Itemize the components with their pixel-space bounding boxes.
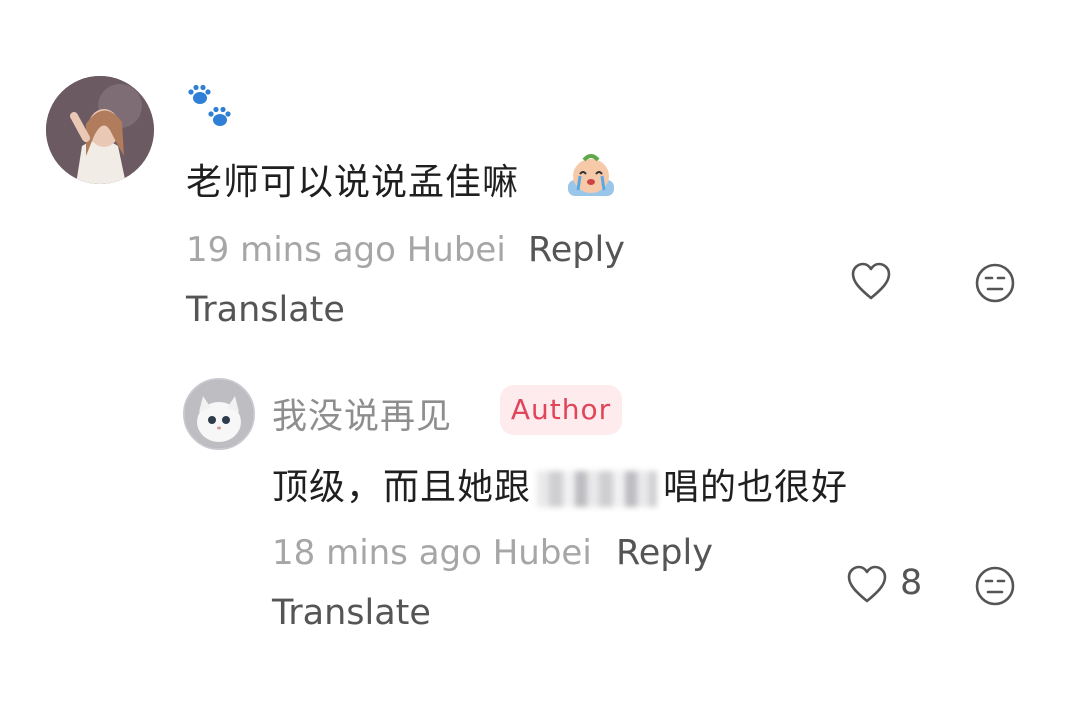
translate-button-2[interactable]: Translate [272,593,431,633]
like-count: 8 [900,563,923,603]
avatar-user-1[interactable] [46,76,154,184]
comment-text-2-end: 唱的也很好 [663,467,849,508]
emoji-reaction-icon[interactable] [974,262,1016,304]
author-badge: Author [500,385,622,435]
username-2[interactable]: 我没说再见 [272,388,452,439]
crying-emoji [568,154,614,196]
comment-text-2-start: 顶级，而且她跟 [272,467,532,508]
reply-button-1[interactable]: Reply [528,230,625,270]
comment-text-2: 顶级，而且她跟 唱的也很好 [272,458,848,510]
timestamp-location-1: 19 mins ago Hubei [186,230,506,270]
reply-button-2[interactable]: Reply [616,533,713,573]
heart-icon[interactable] [850,262,892,302]
comment-text-1: 老师可以说说孟佳嘛 [186,162,520,203]
heart-icon[interactable] [846,565,888,605]
emoji-reaction-icon[interactable] [974,565,1016,607]
redacted-blur [537,471,658,507]
timestamp-location-2: 18 mins ago Hubei [272,533,592,573]
username-1[interactable]: 🐾 [186,84,234,130]
translate-button-1[interactable]: Translate [186,290,345,330]
avatar-user-2[interactable] [183,378,255,450]
